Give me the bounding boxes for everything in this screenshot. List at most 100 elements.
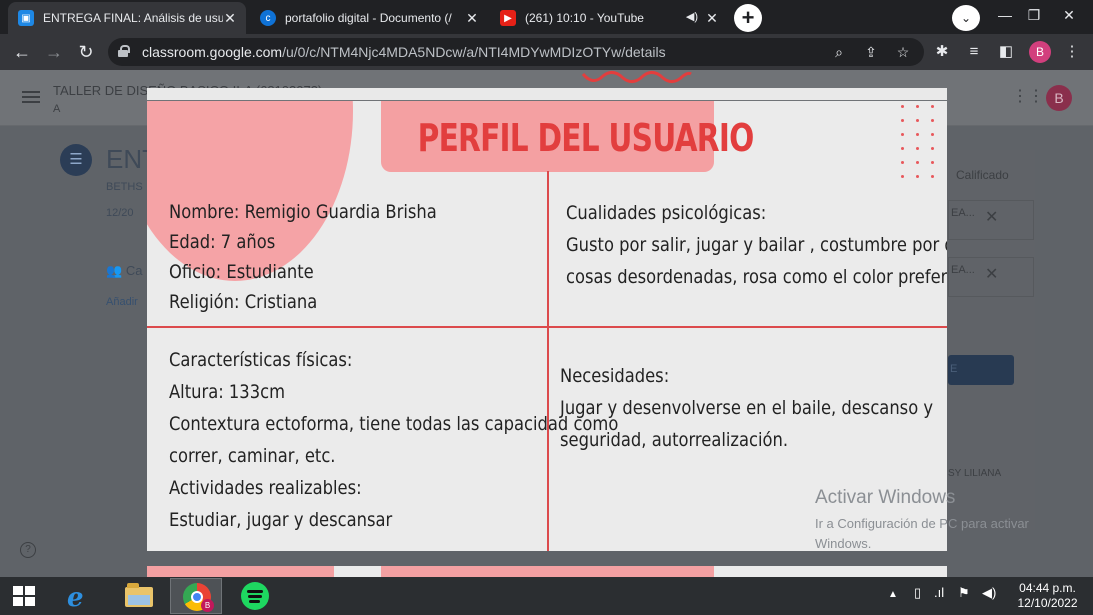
tab-classroom[interactable]: ▣ ENTREGA FINAL: Análisis de usua ✕ (8, 2, 246, 34)
submit-button[interactable]: E (948, 355, 1014, 385)
private-comment-author: SY LILIANA (948, 468, 1002, 479)
section-heading: Necesidades: (560, 365, 670, 387)
profile-badge: B (201, 599, 214, 612)
forward-arrow-icon[interactable]: → (42, 40, 66, 64)
address-bar[interactable]: classroom.google.com/u/0/c/NTM4Njc4MDA5N… (108, 38, 924, 66)
grading-status: Calificado (956, 168, 1009, 182)
personal-info-block: Nombre: Remigio Guardia Brisha Edad: 7 a… (169, 197, 437, 317)
bookmark-star-icon[interactable]: ☆ (894, 43, 912, 61)
signal-icon[interactable]: .ıl (934, 585, 944, 600)
close-icon[interactable]: ✕ (704, 10, 720, 26)
next-slide-preview (147, 566, 947, 577)
user-profile-slide: PERFIL DEL USUARIO Nombre: Remigio Guard… (147, 101, 947, 551)
media-controls-icon[interactable]: ≡ (964, 42, 984, 62)
windows-start-icon[interactable] (13, 586, 35, 606)
clock-time: 04:44 p.m. (1019, 581, 1076, 595)
physical-block: Características físicas: Altura: 133cm C… (169, 344, 618, 536)
canva-icon: c (260, 10, 276, 26)
account-avatar[interactable]: B (1046, 85, 1072, 111)
slide-top-strip (147, 88, 947, 100)
more-menu-icon[interactable]: ⋮ (1062, 42, 1082, 62)
dot-grid-decoration (901, 105, 935, 181)
occupation-line: Oficio: Estudiante (169, 261, 314, 283)
text-line: Altura: 133cm (169, 381, 286, 403)
profile-avatar[interactable]: B (1029, 41, 1051, 63)
activation-watermark-text: Ir a Configuración de PC para activar Wi… (815, 516, 1029, 551)
folder-icon (125, 583, 153, 607)
zoom-search-icon[interactable]: ⌕ (830, 43, 848, 61)
file-explorer-app[interactable] (112, 578, 164, 614)
assignment-author: BETHS (106, 181, 143, 193)
remove-attachment-icon[interactable]: ✕ (985, 207, 998, 227)
text-line: cosas desordenadas, rosa como el color p… (566, 266, 947, 288)
audio-playing-icon[interactable]: ◀) (686, 10, 698, 23)
reload-icon[interactable]: ↻ (74, 40, 98, 64)
share-icon[interactable]: ⇪ (862, 43, 880, 61)
text-line: Contextura ectoforma, tiene todas las ca… (169, 413, 619, 435)
spotify-icon (241, 582, 269, 610)
internet-explorer-app[interactable]: e (53, 578, 105, 614)
text-line: seguridad, autorrealización. (560, 429, 789, 451)
close-icon[interactable]: ✕ (464, 10, 480, 26)
url-text[interactable]: classroom.google.com/u/0/c/NTM4Njc4MDA5N… (142, 44, 666, 60)
new-tab-button[interactable]: + (734, 4, 762, 32)
battery-icon[interactable]: ▯ (914, 585, 921, 601)
assignment-icon: ☰ (60, 144, 92, 176)
back-arrow-icon[interactable]: ← (10, 40, 34, 64)
chrome-app[interactable]: B (170, 578, 222, 614)
windows-taskbar: e B ▲ ▯ .ıl ⚑ ◀) 04:44 p.m. 12/10/2022 (0, 577, 1093, 615)
horizontal-divider (147, 326, 947, 328)
slide-title: PERFIL DEL USUARIO (417, 116, 755, 160)
clock-date: 12/10/2022 (1017, 596, 1078, 610)
extensions-puzzle-icon[interactable]: ✱ (932, 42, 952, 62)
tab-title: (261) 10:10 - YouTube (525, 11, 644, 25)
hamburger-menu-icon[interactable] (22, 91, 40, 103)
internet-explorer-icon: e (67, 583, 84, 613)
remove-attachment-icon[interactable]: ✕ (985, 264, 998, 284)
attachment-card[interactable]: EA... ✕ (948, 200, 1034, 240)
spotify-app[interactable] (229, 578, 281, 614)
attachment-card[interactable]: EA... ✕ (948, 257, 1034, 297)
next-slide-shape (381, 566, 714, 577)
needs-block: Necesidades: Jugar y desenvolverse en el… (560, 360, 933, 456)
section-heading: Actividades realizables: (169, 477, 362, 499)
class-comments-label: 👥 Ca (106, 263, 143, 278)
help-icon[interactable]: ? (20, 542, 36, 558)
next-slide-shape (147, 566, 334, 577)
tab-title: ENTREGA FINAL: Análisis de usua (43, 11, 223, 25)
people-icon: 👥 (106, 263, 123, 278)
classroom-page: TALLER DE DISEÑO BASICO II-A (68102073) … (0, 70, 1093, 577)
google-classroom-icon: ▣ (18, 10, 34, 26)
tab-canva[interactable]: c portafolio digital - Documento (/ ✕ (250, 2, 488, 34)
religion-line: Religión: Cristiana (169, 291, 318, 313)
psychological-block: Cualidades psicológicas: Gusto por salir… (566, 197, 947, 293)
text-line: Gusto por salir, jugar y bailar , costum… (566, 234, 947, 256)
age-line: Edad: 7 años (169, 231, 276, 253)
volume-icon[interactable]: ◀) (982, 585, 996, 601)
name-line: Nombre: Remigio Guardia Brisha (169, 201, 437, 223)
browser-toolbar: ← → ↻ classroom.google.com/u/0/c/NTM4Njc… (0, 34, 1093, 70)
text-line: Estudiar, jugar y descansar (169, 509, 393, 531)
show-hidden-icons-icon[interactable]: ▲ (888, 589, 898, 600)
assignment-date: 12/20 (106, 207, 134, 219)
youtube-icon: ▶ (500, 10, 516, 26)
close-window-button[interactable]: ✕ (1052, 0, 1086, 34)
tab-search-chevron-icon[interactable]: ⌄ (952, 5, 980, 31)
tab-title: portafolio digital - Documento (/ (285, 11, 452, 25)
wave-decoration-icon (581, 71, 692, 83)
text-line: correr, caminar, etc. (169, 445, 336, 467)
action-center-flag-icon[interactable]: ⚑ (958, 585, 970, 601)
course-section: A (53, 103, 61, 115)
section-heading: Cualidades psicológicas: (566, 202, 767, 224)
browser-tab-strip: ▣ ENTREGA FINAL: Análisis de usua ✕ c po… (0, 0, 1093, 34)
close-icon[interactable]: ✕ (222, 10, 238, 26)
side-panel-icon[interactable]: ◧ (996, 42, 1016, 62)
tab-youtube[interactable]: ▶ (261) 10:10 - YouTube ◀) ✕ (490, 2, 728, 34)
apps-grid-icon[interactable]: ⋮⋮ (1012, 88, 1044, 106)
taskbar-clock[interactable]: 04:44 p.m. 12/10/2022 (1010, 581, 1085, 611)
text-line: Jugar y desenvolverse en el baile, desca… (560, 397, 934, 419)
activation-watermark-title: Activar Windows (815, 487, 956, 508)
add-comment-link[interactable]: Añadir (106, 296, 138, 308)
restore-button[interactable]: ❐ (1017, 0, 1051, 34)
section-heading: Características físicas: (169, 349, 353, 371)
